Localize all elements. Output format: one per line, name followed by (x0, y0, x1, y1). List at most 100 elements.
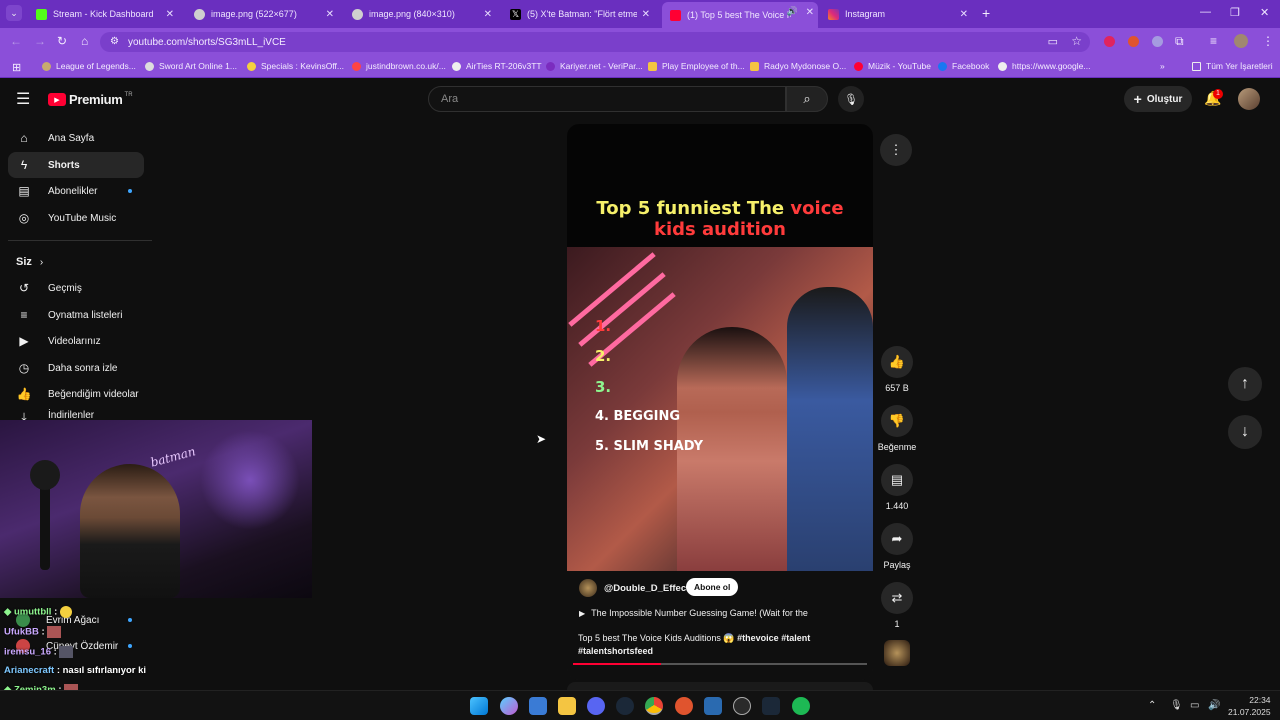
sidebar-item-subscriptions[interactable]: ▤ Abonelikler (8, 178, 144, 204)
channel-name[interactable]: @Double_D_Effect (604, 583, 689, 594)
comments-action[interactable]: ▤ 1.440 (880, 464, 914, 511)
hashtag-link[interactable]: #talent (781, 633, 810, 643)
share-action[interactable]: ➦ Paylaş (880, 523, 914, 570)
tab-search-icon[interactable]: ⌄ (6, 5, 22, 21)
extension-icon[interactable] (1152, 36, 1163, 47)
bookmark-justin[interactable]: justindbrown.co.uk/... (352, 61, 446, 71)
comments-button[interactable]: ▤ (881, 464, 913, 496)
next-short-button[interactable]: ↓ (1228, 415, 1262, 449)
copilot-icon[interactable] (500, 697, 518, 715)
apps-grid-icon[interactable]: ⊞ (12, 61, 21, 74)
dislike-button[interactable]: 👎 (881, 405, 913, 437)
bookmark-star-icon[interactable]: ☆ (1071, 34, 1082, 48)
maximize-button[interactable]: ❐ (1230, 6, 1240, 19)
subscribe-button[interactable]: Abone ol (686, 578, 739, 596)
bookmark-league[interactable]: League of Legends... (42, 61, 136, 71)
back-button[interactable]: ← (10, 34, 22, 48)
more-options-button[interactable]: ⋮ (880, 134, 912, 166)
sound-thumbnail[interactable] (884, 640, 910, 666)
account-avatar[interactable] (1238, 88, 1260, 110)
close-icon[interactable]: ✕ (484, 9, 492, 20)
tab-instagram[interactable]: Instagram ✕ (820, 4, 972, 24)
remix-button[interactable]: ⇄ (881, 582, 913, 614)
close-icon[interactable]: ✕ (960, 9, 968, 20)
chrome-icon[interactable] (645, 697, 663, 715)
sidebar-item-youtube-music[interactable]: ◎ YouTube Music (8, 205, 144, 231)
create-button[interactable]: + Oluştur (1124, 86, 1192, 112)
bookmark-employee[interactable]: Play Employee of th... (648, 61, 745, 71)
close-icon[interactable]: ✕ (326, 9, 334, 20)
bookmarks-overflow-icon[interactable]: » (1160, 61, 1165, 71)
hashtag-link[interactable]: #talentshortsfeed (578, 646, 653, 656)
remix-action[interactable]: ⇄ 1 (880, 582, 914, 629)
steam-client-icon[interactable] (762, 697, 780, 715)
close-icon[interactable]: ✕ (642, 9, 650, 20)
sidebar-item-home[interactable]: ⌂ Ana Sayfa (8, 125, 144, 151)
steam-icon[interactable] (616, 697, 634, 715)
hashtag-link[interactable]: #thevoice (737, 633, 779, 643)
file-explorer-icon[interactable] (558, 697, 576, 715)
home-button[interactable]: ⌂ (81, 34, 88, 48)
audio-playing-icon[interactable]: 🔊 (787, 6, 798, 17)
extension-red-icon[interactable] (1104, 36, 1115, 47)
extension-fox-icon[interactable] (1128, 36, 1139, 47)
tab-image-2[interactable]: image.png (840×310) ✕ (344, 4, 496, 24)
bookmark-youtube-music[interactable]: Müzik - YouTube (854, 61, 931, 71)
sidebar-you-header[interactable]: Siz › (8, 249, 144, 275)
address-bar[interactable]: ⚙ youtube.com/shorts/SG3mLL_iVCE ▭ ☆ (100, 32, 1090, 52)
profile-avatar[interactable] (1234, 34, 1248, 48)
related-video-link[interactable]: ▶ The Impossible Number Guessing Game! (W… (579, 608, 808, 618)
spotify-icon[interactable] (792, 697, 810, 715)
bookmark-facebook[interactable]: Facebook (938, 61, 989, 71)
minimize-button[interactable]: — (1200, 6, 1211, 18)
sidebar-item-downloads[interactable]: ⤓ İndirilenler (8, 408, 144, 420)
shorts-player[interactable]: Top 5 funniest The voice kids audition 1… (567, 124, 873, 680)
sidebar-item-shorts[interactable]: ϟ Shorts (8, 152, 144, 178)
photos-icon[interactable] (704, 697, 722, 715)
sidebar-item-watch-later[interactable]: ◷ Daha sonra izle (8, 355, 144, 381)
media-controls-icon[interactable]: ≡ (1210, 34, 1217, 48)
extensions-puzzle-icon[interactable]: ⧉ (1175, 34, 1184, 49)
tab-x-batman[interactable]: 𝕏 (5) X'te Batman: "Flört etme şel ✕ (502, 4, 654, 24)
bookmark-google[interactable]: https://www.google... (998, 61, 1090, 71)
tab-kick-dashboard[interactable]: Stream - Kick Dashboard ✕ (28, 4, 178, 24)
bookmark-kevins[interactable]: Specials : KevinsOff... (247, 61, 344, 71)
windows-start-icon[interactable] (470, 697, 488, 715)
close-icon[interactable]: ✕ (806, 7, 814, 18)
bookmark-radyo[interactable]: Radyo Mydonose O... (750, 61, 846, 71)
search-input[interactable]: Ara (428, 86, 786, 112)
sidebar-item-liked[interactable]: 👍 Beğendiğim videolar (8, 381, 144, 407)
obs-icon[interactable] (733, 697, 751, 715)
cast-icon[interactable]: ▭ (1048, 35, 1058, 48)
store-icon[interactable] (529, 697, 547, 715)
tray-volume-icon[interactable]: 🔊 (1208, 700, 1220, 711)
discord-icon[interactable] (587, 697, 605, 715)
tab-youtube-shorts[interactable]: (1) Top 5 best The Voice Kid 🔊 ✕ (662, 2, 818, 28)
new-tab-button[interactable]: + (982, 5, 990, 21)
sidebar-item-history[interactable]: ↺ Geçmiş (8, 275, 144, 301)
forward-button[interactable]: → (34, 34, 46, 48)
site-info-icon[interactable]: ⚙ (110, 36, 119, 47)
search-button[interactable]: ⌕ (786, 86, 828, 112)
system-clock[interactable]: 22:34 21.07.2025 (1228, 694, 1271, 718)
game-launcher-icon[interactable] (675, 697, 693, 715)
dislike-action[interactable]: 👎 Beğenme (873, 405, 921, 452)
tray-monitor-icon[interactable]: ▭ (1190, 700, 1199, 711)
sidebar-item-your-videos[interactable]: ▶ Videolarınız (8, 328, 144, 354)
bookmark-airties[interactable]: AirTies RT-206v3TT (452, 61, 542, 71)
reload-button[interactable]: ↻ (57, 34, 67, 48)
previous-short-button[interactable]: ↑ (1228, 367, 1262, 401)
share-button[interactable]: ➦ (881, 523, 913, 555)
tray-overflow-icon[interactable]: ⌃ (1148, 700, 1156, 711)
channel-avatar[interactable] (579, 579, 597, 597)
bookmark-kariyer[interactable]: Kariyer.net - VeriPar... (546, 61, 643, 71)
close-icon[interactable]: ✕ (166, 9, 174, 20)
hamburger-menu-icon[interactable]: ☰ (16, 89, 30, 109)
tray-mic-icon[interactable]: 🎙 (1170, 700, 1183, 711)
like-button[interactable]: 👍 (881, 346, 913, 378)
menu-kebab-icon[interactable]: ⋮ (1262, 34, 1274, 48)
youtube-logo[interactable]: ▶ Premium TR (48, 92, 133, 107)
like-action[interactable]: 👍 657 B (880, 346, 914, 393)
video-frame[interactable]: 1. 2. 3. 4. BEGGING 5. SLIM SHADY (567, 247, 873, 571)
voice-search-button[interactable]: 🎙 (838, 86, 864, 112)
